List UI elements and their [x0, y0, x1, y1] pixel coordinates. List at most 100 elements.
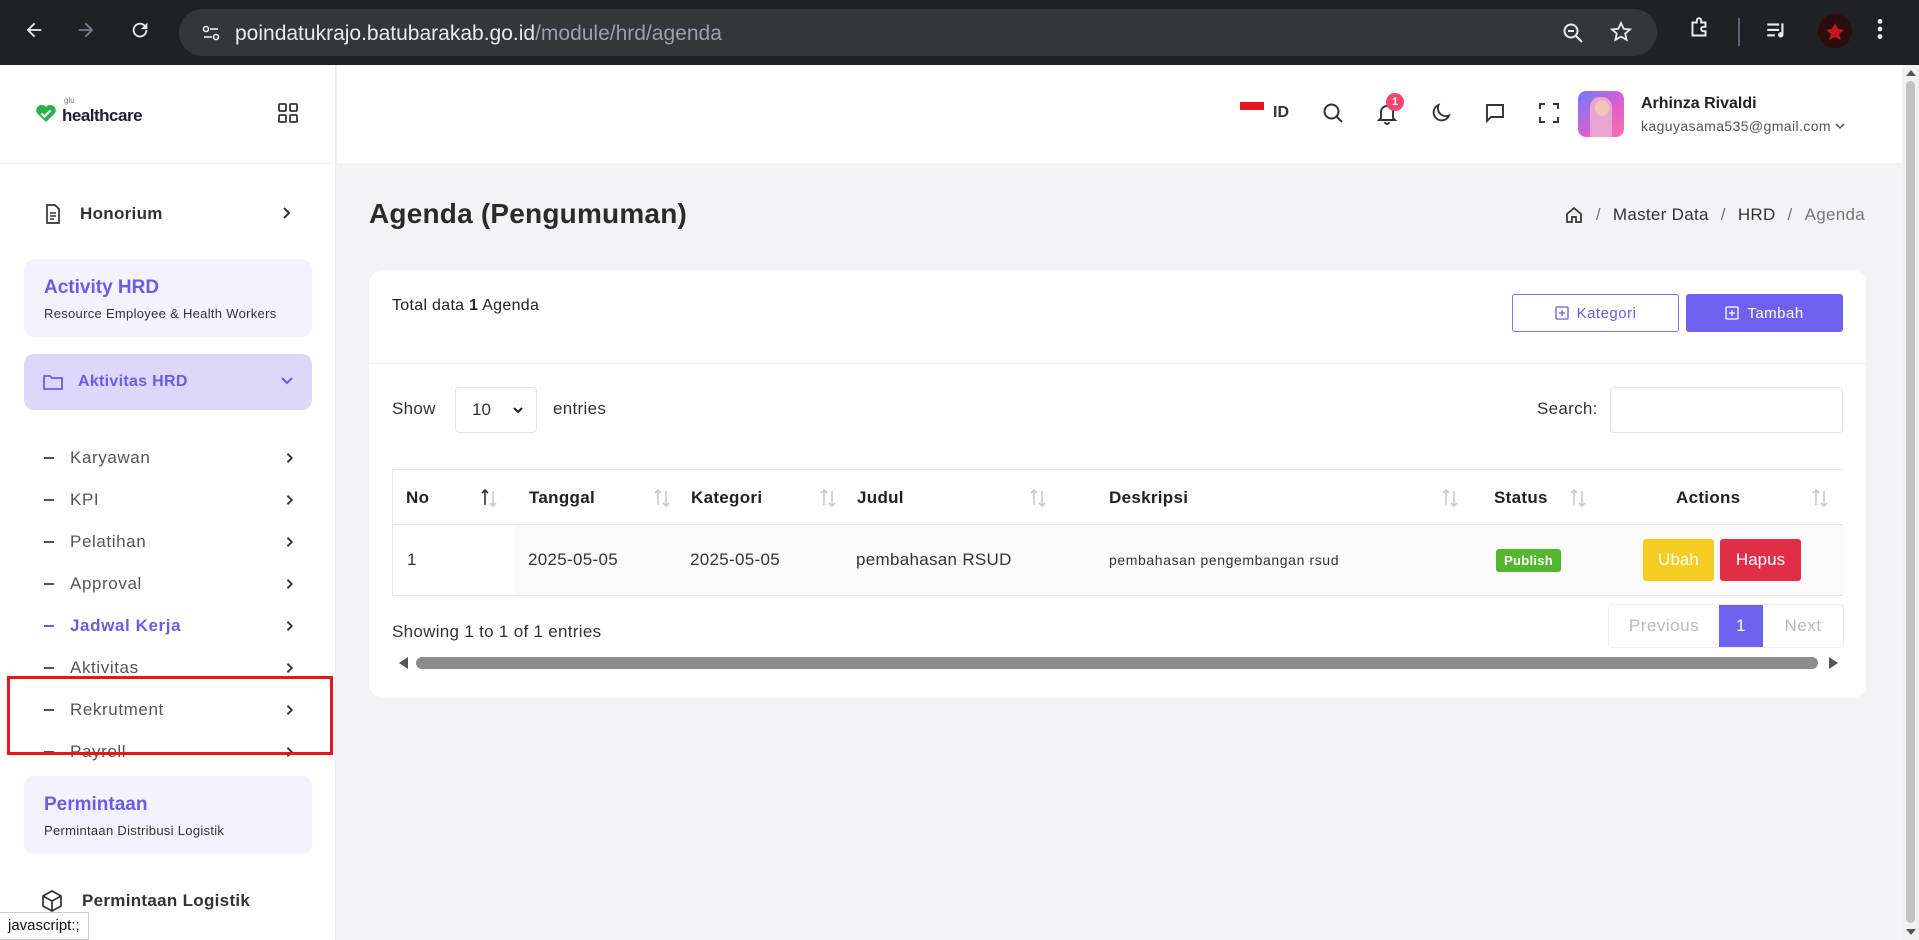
breadcrumb-item-master-data[interactable]: Master Data [1613, 205, 1709, 225]
plus-square-icon [1554, 306, 1569, 320]
table-header: No Tanggal Kategori Judul Deskripsi Stat… [392, 469, 1843, 525]
table-row: 1 2025-05-05 2025-05-05 pembahasan RSUD … [392, 525, 1844, 596]
plus-square-icon [1725, 306, 1739, 320]
sidebar-item-karyawan[interactable]: Karyawan [44, 443, 304, 473]
column-header-tanggal[interactable]: Tanggal [529, 470, 595, 526]
app-logo[interactable]: glu healthcare [34, 96, 143, 126]
chevron-right-icon [286, 663, 294, 673]
agenda-card: Total data 1 Agenda Kategori Tambah Show… [369, 270, 1866, 698]
zoom-icon[interactable] [1561, 21, 1585, 50]
pagination-previous[interactable]: Previous [1609, 605, 1719, 647]
scroll-right-icon[interactable] [1829, 657, 1838, 669]
cell-status: Publish [1496, 525, 1562, 595]
logo-text: healthcare [62, 106, 143, 125]
sidebar-item-label: Jadwal Kerja [70, 616, 182, 635]
column-header-judul[interactable]: Judul [857, 470, 904, 526]
bookmark-star-icon[interactable] [1609, 20, 1633, 49]
search-input[interactable] [1610, 387, 1843, 433]
breadcrumb-separator: / [1787, 205, 1793, 224]
reload-icon[interactable] [124, 14, 156, 46]
scroll-down-icon[interactable] [1906, 929, 1916, 935]
breadcrumb-item-agenda: Agenda [1804, 205, 1865, 224]
sort-icon[interactable] [1567, 487, 1589, 509]
sidebar-group-aktivitas-hrd[interactable]: Aktivitas HRD [24, 354, 312, 410]
sidebar-divider [0, 163, 336, 164]
sidebar-item-kpi[interactable]: KPI [44, 485, 304, 515]
chat-icon[interactable] [1482, 100, 1508, 126]
language-code[interactable]: ID [1273, 104, 1289, 122]
column-header-no[interactable]: No [406, 470, 429, 526]
url-text: poindatukrajo.batubarakab.go.id/module/h… [235, 22, 722, 45]
toolbar-separator [1738, 18, 1740, 46]
app-header [337, 65, 1902, 163]
column-header-actions: Actions [1676, 488, 1741, 507]
sort-icon[interactable] [1439, 487, 1461, 509]
extensions-icon[interactable] [1686, 16, 1712, 42]
table-horizontal-scrollbar[interactable] [392, 655, 1843, 671]
search-label: Search: [1537, 399, 1598, 418]
column-header-deskripsi[interactable]: Deskripsi [1109, 470, 1188, 526]
sort-icon[interactable] [1809, 487, 1831, 509]
avatar[interactable] [1578, 91, 1624, 137]
scrollbar-thumb[interactable] [416, 657, 1818, 669]
sidebar-item-label: Approval [70, 574, 142, 593]
bullet-dash [44, 457, 54, 459]
chevron-down-icon [513, 407, 523, 414]
scroll-up-icon[interactable] [1906, 70, 1916, 76]
back-icon[interactable] [18, 14, 50, 46]
sort-icon[interactable] [651, 487, 673, 509]
entries-select[interactable]: 10 [455, 387, 537, 433]
notification-badge: 1 [1386, 93, 1404, 111]
scroll-left-icon[interactable] [399, 657, 408, 669]
sidebar-item-jadwal-kerja[interactable]: Jadwal Kerja [44, 611, 304, 641]
scrollbar-thumb[interactable] [1906, 81, 1915, 923]
breadcrumb-item-hrd[interactable]: HRD [1738, 205, 1776, 225]
dark-mode-moon-icon[interactable] [1428, 100, 1454, 126]
page-title: Agenda (Pengumuman) [369, 198, 688, 229]
pagination-next[interactable]: Next [1763, 605, 1843, 647]
tambah-button[interactable]: Tambah [1686, 294, 1843, 332]
bullet-dash [44, 625, 54, 627]
indonesia-flag-icon[interactable] [1240, 102, 1264, 118]
sidebar-item-label: Karyawan [70, 448, 151, 467]
forward-icon[interactable] [70, 14, 102, 46]
address-bar[interactable]: poindatukrajo.batubarakab.go.id/module/h… [179, 9, 1657, 56]
sidebar-group-label: Aktivitas HRD [78, 373, 188, 390]
ubah-button[interactable]: Ubah [1643, 539, 1714, 581]
bullet-dash [44, 541, 54, 543]
chevron-right-icon [286, 579, 294, 589]
sort-icon[interactable] [817, 487, 839, 509]
site-settings-icon[interactable] [201, 23, 221, 48]
fullscreen-icon[interactable] [1536, 100, 1562, 126]
sidebar-item-honorium[interactable]: Honorium [24, 193, 312, 235]
pagination-page-1[interactable]: 1 [1719, 605, 1763, 647]
sort-icon[interactable] [1027, 487, 1049, 509]
column-header-kategori[interactable]: Kategori [691, 470, 762, 526]
sidebar-item-label: Permintaan Logistik [82, 891, 251, 910]
link-status-bar: javascript:; [0, 912, 89, 940]
cell-no: 1 [407, 550, 417, 569]
hapus-button[interactable]: Hapus [1720, 539, 1801, 581]
user-email[interactable]: kaguyasama535@gmail.com [1641, 118, 1845, 134]
more-menu-icon[interactable] [1876, 16, 1884, 42]
sidebar: glu healthcare Honorium Activity HRD Res… [0, 65, 336, 940]
search-icon[interactable] [1320, 100, 1346, 126]
package-icon [42, 890, 62, 912]
profile-avatar-icon[interactable] [1818, 14, 1852, 48]
kategori-button[interactable]: Kategori [1512, 294, 1679, 332]
apps-grid-icon[interactable] [277, 102, 299, 129]
sidebar-item-approval[interactable]: Approval [44, 569, 304, 599]
chevron-right-icon [286, 453, 294, 463]
section-title: Activity HRD [44, 277, 160, 298]
section-subtitle: Permintaan Distribusi Logistik [44, 823, 225, 838]
cell-kategori: 2025-05-05 [690, 550, 780, 569]
page-scrollbar[interactable] [1902, 65, 1919, 940]
media-control-icon[interactable] [1764, 18, 1790, 44]
user-name[interactable]: Arhinza Rivaldi [1641, 95, 1757, 113]
sidebar-item-label: Aktivitas [70, 658, 139, 677]
sort-icon[interactable] [478, 487, 500, 509]
home-icon[interactable] [1564, 205, 1584, 225]
sidebar-item-pelatihan[interactable]: Pelatihan [44, 527, 304, 557]
column-header-status[interactable]: Status [1494, 470, 1548, 526]
document-icon [46, 204, 60, 224]
